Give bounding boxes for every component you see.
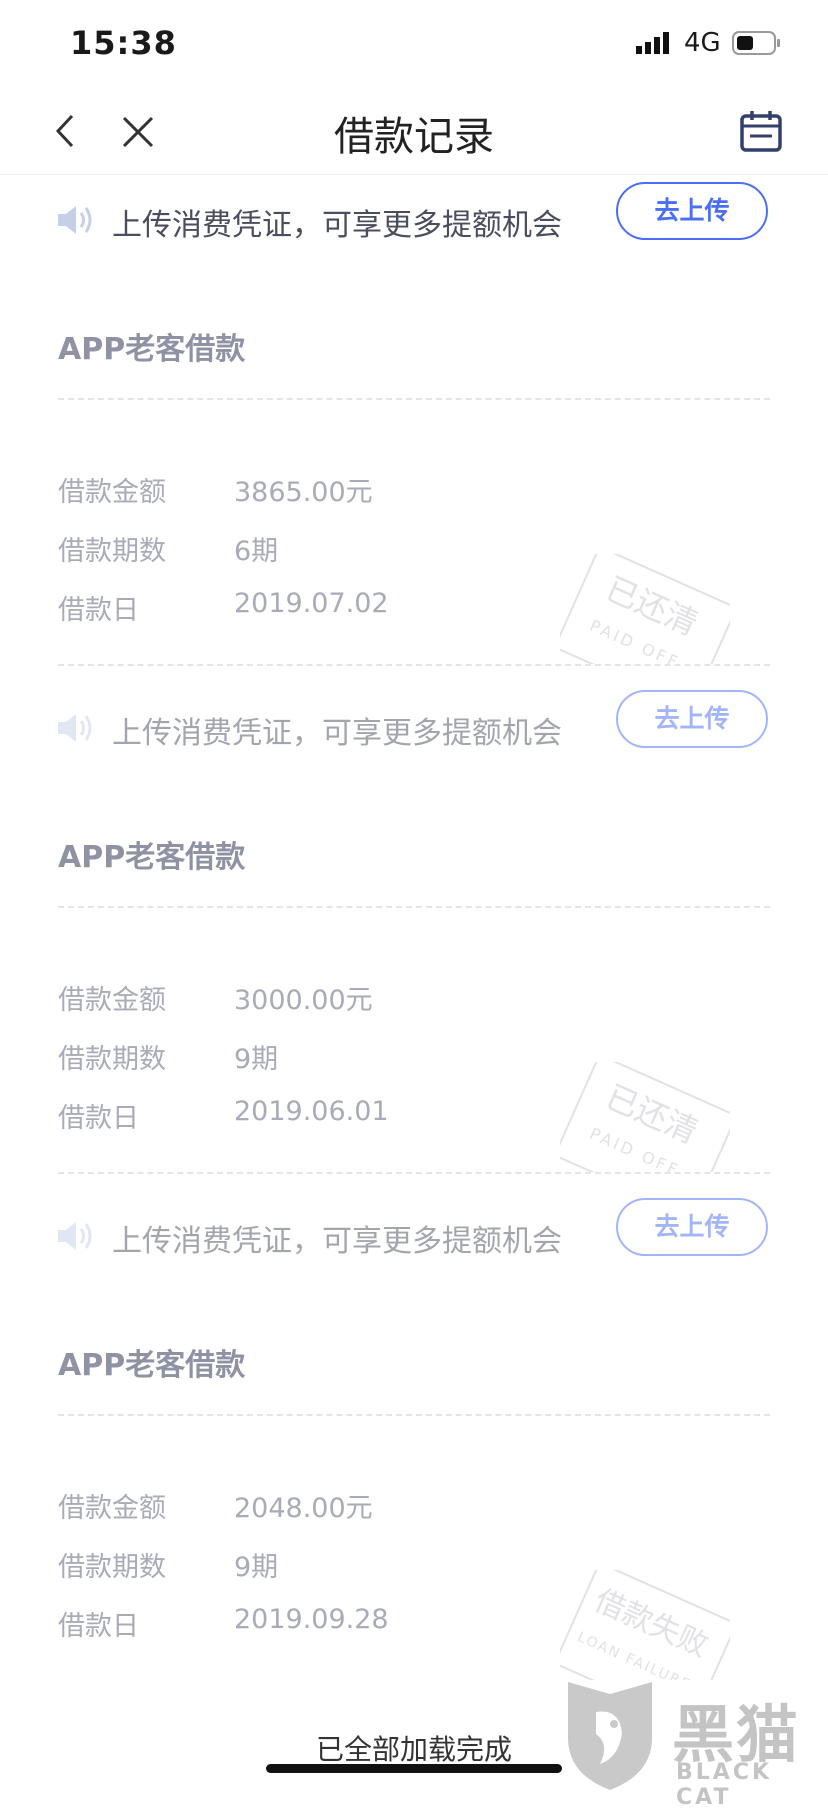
loan-title: APP老客借款 [58,840,246,875]
loan-title: APP老客借款 [58,1348,246,1383]
banner-text: 上传消费凭证，可享更多提额机会 [112,1224,562,1259]
loan-failure-stamp: 借款失败 LOAN FAILURE [560,1570,730,1680]
status-time: 15:38 [70,24,177,62]
home-indicator[interactable] [266,1764,562,1773]
amount-label: 借款金额 [58,985,166,1016]
amount-value: 3865.00元 [234,477,373,508]
status-bar: 15:38 4G [0,0,828,90]
upload-banner: 上传消费凭证，可享更多提额机会 去上传 [0,1198,828,1278]
upload-banner: 上传消费凭证，可享更多提额机会 去上传 [0,182,828,262]
signal-icon [636,32,669,54]
divider [58,398,770,400]
term-value: 9期 [234,1044,279,1075]
date-label: 借款日 [58,1103,139,1134]
date-value: 2019.06.01 [234,1096,389,1127]
paid-off-stamp: 已还清 PAID OFF [560,554,730,664]
speaker-icon [58,1222,92,1250]
term-value: 9期 [234,1552,279,1583]
date-label: 借款日 [58,595,139,626]
page-title: 借款记录 [334,114,494,160]
upload-button[interactable]: 去上传 [616,182,768,240]
upload-banner: 上传消费凭证，可享更多提额机会 去上传 [0,690,828,770]
nav-bar: 借款记录 [0,90,828,175]
upload-button[interactable]: 去上传 [616,690,768,748]
term-label: 借款期数 [58,1552,166,1583]
black-cat-logo-icon [568,1682,652,1790]
loan-title: APP老客借款 [58,332,246,367]
paid-off-stamp: 已还清 PAID OFF [560,1062,730,1172]
date-label: 借款日 [58,1611,139,1642]
banner-text: 上传消费凭证，可享更多提额机会 [112,208,562,243]
banner-text: 上传消费凭证，可享更多提额机会 [112,716,562,751]
term-label: 借款期数 [58,536,166,567]
speaker-icon [58,714,92,742]
date-value: 2019.07.02 [234,588,389,619]
calendar-icon[interactable] [738,108,784,154]
amount-value: 3000.00元 [234,985,373,1016]
amount-label: 借款金额 [58,1493,166,1524]
date-value: 2019.09.28 [234,1604,389,1635]
amount-label: 借款金额 [58,477,166,508]
watermark-en: BLACK CAT [676,1760,773,1810]
network-label: 4G [684,28,721,58]
term-value: 6期 [234,536,279,567]
divider [58,906,770,908]
divider [58,1172,770,1174]
battery-icon [732,31,780,55]
speaker-icon [58,206,92,234]
term-label: 借款期数 [58,1044,166,1075]
amount-value: 2048.00元 [234,1493,373,1524]
divider [58,664,770,666]
upload-button[interactable]: 去上传 [616,1198,768,1256]
divider [58,1414,770,1416]
